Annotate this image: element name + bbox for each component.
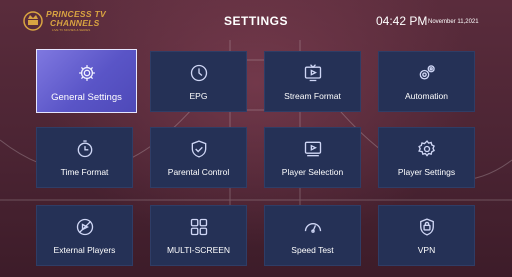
header: PRINCESS TV CHANNELS LIVE TV MOVIES & SE… (0, 0, 512, 44)
tile-external-players[interactable]: External Players (36, 205, 133, 266)
vpn-shield-icon (417, 217, 437, 237)
tile-label: VPN (417, 245, 436, 255)
tile-automation[interactable]: Automation (378, 51, 475, 112)
clock-time: 04:42 PM (376, 14, 428, 28)
tile-label: Automation (405, 91, 448, 101)
tile-stream-format[interactable]: Stream Format (264, 51, 361, 112)
tile-label: Parental Control (167, 167, 230, 177)
tile-label: Time Format (60, 167, 109, 177)
tile-player-selection[interactable]: Player Selection (264, 127, 361, 188)
tile-time-format[interactable]: Time Format (36, 127, 133, 188)
clock-icon (189, 63, 209, 83)
tile-speed-test[interactable]: Speed Test (264, 205, 361, 266)
tile-label: EPG (189, 91, 208, 101)
external-player-icon (75, 217, 95, 237)
tile-label: External Players (53, 245, 116, 255)
automation-gears-icon (417, 63, 437, 83)
tile-general-settings[interactable]: General Settings (36, 49, 137, 113)
logo-tagline: LIVE TV MOVIES & SERIES (52, 28, 91, 32)
tv-play-icon (303, 63, 323, 83)
tile-label: Speed Test (291, 245, 334, 255)
tile-label: Stream Format (284, 91, 341, 101)
timer-icon (75, 139, 95, 159)
tile-parental-control[interactable]: Parental Control (150, 127, 247, 188)
tile-vpn[interactable]: VPN (378, 205, 475, 266)
gear-icon (417, 139, 437, 159)
tile-label: Player Selection (281, 167, 344, 177)
tile-multi-screen[interactable]: MULTI-SCREEN (150, 205, 247, 266)
player-screen-icon (303, 139, 323, 159)
tile-label: General Settings (51, 92, 122, 103)
tile-label: Player Settings (397, 167, 456, 177)
tile-label: MULTI-SCREEN (166, 245, 231, 255)
tile-player-settings[interactable]: Player Settings (378, 127, 475, 188)
shield-check-icon (189, 139, 209, 159)
clock-date: November 11,2021 (428, 19, 479, 25)
speedometer-icon (303, 217, 323, 237)
gears-icon (77, 63, 97, 83)
grid-icon (189, 217, 209, 237)
tile-epg[interactable]: EPG (150, 51, 247, 112)
